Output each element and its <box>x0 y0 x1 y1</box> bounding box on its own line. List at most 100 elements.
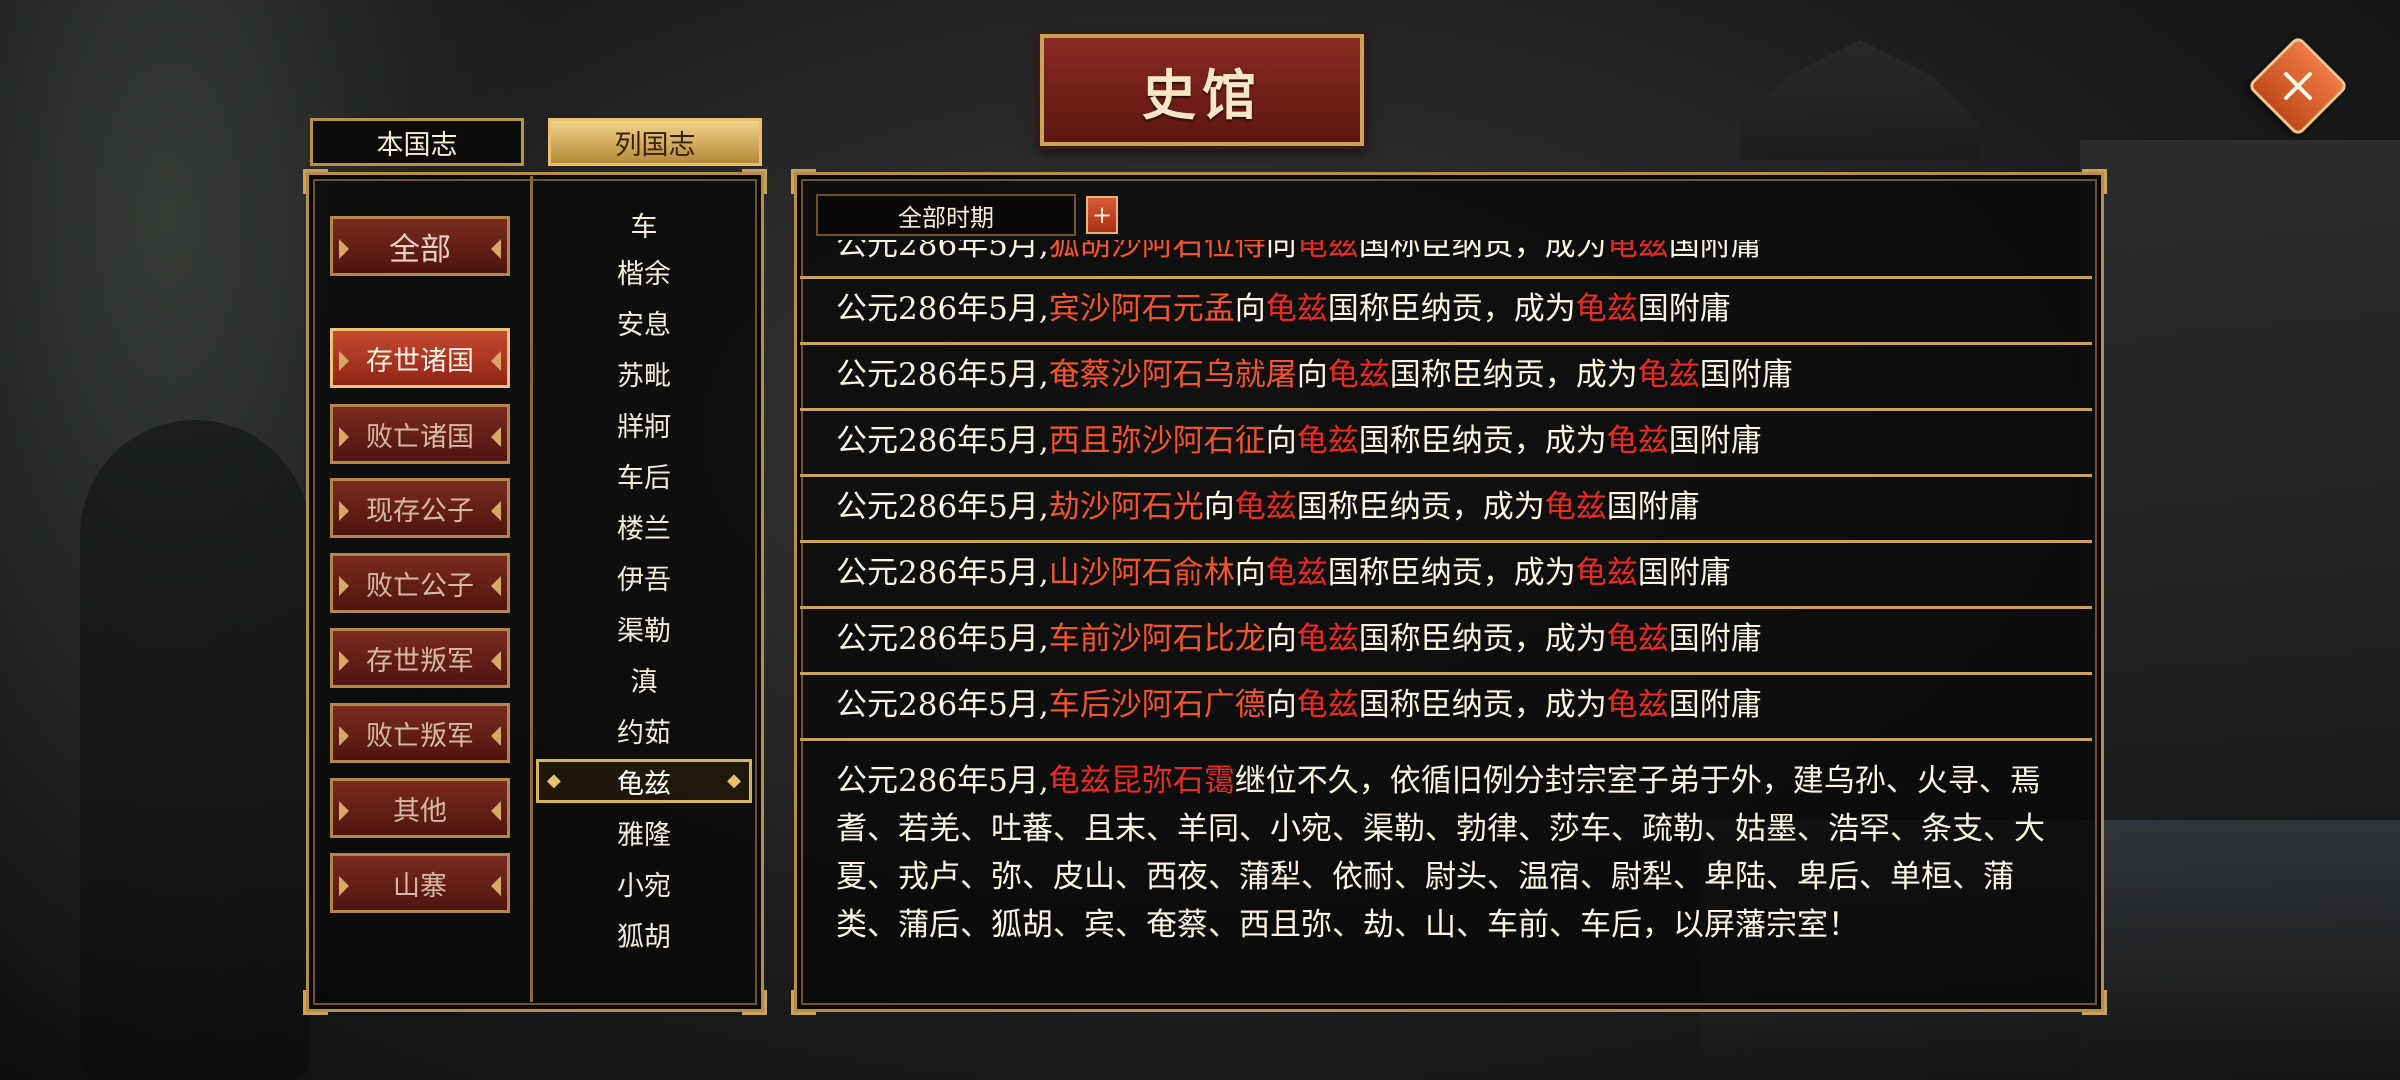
state-item[interactable]: 车后 <box>536 453 752 497</box>
state-item[interactable]: 滇 <box>536 657 752 701</box>
record-actor: 劫沙阿石光 <box>1048 489 1204 525</box>
state-item[interactable]: 安息 <box>536 300 752 344</box>
period-select[interactable]: 全部时期 <box>816 194 1076 236</box>
record-actor: 奄蔡沙阿石乌就屠 <box>1048 357 1297 393</box>
tab-states-annals[interactable]: 列国志 <box>548 118 762 166</box>
state-item[interactable]: 雅隆 <box>536 810 752 854</box>
state-item[interactable]: 楷余 <box>536 249 752 293</box>
category-existing-princes-button[interactable]: 现存公子 <box>330 478 510 538</box>
record-row: 公元286年5月,狐胡沙阿石位侍向龟兹国称臣纳贡，成为龟兹国附庸 <box>800 240 2092 275</box>
title-plaque: 史馆 <box>1040 34 1364 146</box>
record-text: 国称臣纳贡，成为 <box>1327 555 1576 591</box>
record-text: 向 <box>1265 240 1297 263</box>
record-text: 向 <box>1234 291 1266 327</box>
record-text: 国称臣纳贡，成为 <box>1389 357 1638 393</box>
record-text: 国称臣纳贡，成为 <box>1327 291 1576 327</box>
category-existing-states-button[interactable]: 存世诸国 <box>330 328 510 388</box>
record-text: 国附庸 <box>1606 489 1700 525</box>
record-target: 龟兹 <box>1575 555 1638 591</box>
background-figure <box>80 420 310 1080</box>
record-target: 龟兹 <box>1296 423 1359 459</box>
record-text: 国附庸 <box>1668 240 1762 263</box>
record-row: 公元286年5月,山沙阿石俞林向龟兹国称臣纳贡，成为龟兹国附庸 <box>800 540 2092 603</box>
record-row: 公元286年5月,车后沙阿石广德向龟兹国称臣纳贡，成为龟兹国附庸 <box>800 672 2092 735</box>
record-text: 国称臣纳贡，成为 <box>1358 687 1607 723</box>
record-target: 龟兹 <box>1606 423 1669 459</box>
page-title: 史馆 <box>1142 62 1262 127</box>
state-item[interactable]: 渠勒 <box>536 606 752 650</box>
record-text: 国附庸 <box>1668 423 1762 459</box>
record-text: 国附庸 <box>1699 357 1793 393</box>
record-actor: 山沙阿石俞林 <box>1048 555 1235 591</box>
record-actor: 车前沙阿石比龙 <box>1048 621 1266 657</box>
record-text: 国称臣纳贡，成为 <box>1296 489 1545 525</box>
record-row: 公元286年5月,西且弥沙阿石征向龟兹国称臣纳贡，成为龟兹国附庸 <box>800 408 2092 471</box>
record-date: 公元286年5月, <box>836 357 1049 393</box>
panel-divider <box>530 176 533 1002</box>
record-date: 公元286年5月, <box>836 423 1049 459</box>
background-cliff <box>2080 140 2400 1080</box>
record-text: 向 <box>1265 687 1297 723</box>
record-target: 龟兹 <box>1637 357 1700 393</box>
record-text: 国称臣纳贡，成为 <box>1358 240 1607 263</box>
record-date: 公元286年5月, <box>836 291 1049 327</box>
record-date: 公元286年5月, <box>836 763 1049 799</box>
record-text: 向 <box>1296 357 1328 393</box>
state-item[interactable]: 狐胡 <box>536 912 752 956</box>
record-row: 公元286年5月,劫沙阿石光向龟兹国称臣纳贡，成为龟兹国附庸 <box>800 474 2092 537</box>
records-list[interactable]: 公元286年5月,狐胡沙阿石位侍向龟兹国称臣纳贡，成为龟兹国附庸 公元286年5… <box>800 240 2092 1000</box>
record-text: 向 <box>1265 621 1297 657</box>
state-item[interactable]: 小宛 <box>536 861 752 905</box>
period-add-button[interactable]: + <box>1086 196 1118 234</box>
category-fallen-states-button[interactable]: 败亡诸国 <box>330 404 510 464</box>
record-actor: 龟兹昆弥石霭 <box>1048 763 1235 799</box>
category-other-button[interactable]: 其他 <box>330 778 510 838</box>
record-target: 龟兹 <box>1296 621 1359 657</box>
background-temple <box>1740 40 1980 160</box>
record-date: 公元286年5月, <box>836 621 1049 657</box>
record-text: 向 <box>1203 489 1235 525</box>
state-item[interactable]: 约茹 <box>536 708 752 752</box>
record-actor: 狐胡沙阿石位侍 <box>1048 240 1266 263</box>
category-existing-rebels-button[interactable]: 存世叛军 <box>330 628 510 688</box>
record-target: 龟兹 <box>1296 240 1359 263</box>
record-date: 公元286年5月, <box>836 555 1049 591</box>
record-target: 龟兹 <box>1296 687 1359 723</box>
record-target: 龟兹 <box>1606 240 1669 263</box>
category-all-button[interactable]: 全部 <box>330 216 510 276</box>
record-target: 龟兹 <box>1606 621 1669 657</box>
state-item[interactable]: 牂牁 <box>536 402 752 446</box>
record-target: 龟兹 <box>1265 555 1328 591</box>
record-text: 国附庸 <box>1668 621 1762 657</box>
record-date: 公元286年5月, <box>836 687 1049 723</box>
record-date: 公元286年5月, <box>836 240 1049 263</box>
record-row: 公元286年5月,车前沙阿石比龙向龟兹国称臣纳贡，成为龟兹国附庸 <box>800 606 2092 669</box>
record-text: 国附庸 <box>1637 291 1731 327</box>
record-text: 向 <box>1234 555 1266 591</box>
record-text: 国称臣纳贡，成为 <box>1358 621 1607 657</box>
record-text: 国附庸 <box>1668 687 1762 723</box>
tab-own-state-annals[interactable]: 本国志 <box>310 118 524 166</box>
record-row-enfeoffment: 公元286年5月,龟兹昆弥石霭继位不久，依循旧例分封宗室子弟于外，建乌孙、火寻、… <box>800 738 2092 1000</box>
state-item[interactable]: 伊吾 <box>536 555 752 599</box>
record-actor: 西且弥沙阿石征 <box>1048 423 1266 459</box>
record-target: 龟兹 <box>1265 291 1328 327</box>
record-target: 龟兹 <box>1234 489 1297 525</box>
record-target: 龟兹 <box>1544 489 1607 525</box>
category-strongholds-button[interactable]: 山寨 <box>330 853 510 913</box>
record-target: 龟兹 <box>1606 687 1669 723</box>
category-fallen-princes-button[interactable]: 败亡公子 <box>330 553 510 613</box>
record-actor: 宾沙阿石元孟 <box>1048 291 1235 327</box>
close-button[interactable] <box>2247 35 2349 137</box>
record-text: 国附庸 <box>1637 555 1731 591</box>
state-item[interactable]: 苏毗 <box>536 351 752 395</box>
category-fallen-rebels-button[interactable]: 败亡叛军 <box>330 703 510 763</box>
state-item[interactable]: 楼兰 <box>536 504 752 548</box>
state-item-selected[interactable]: 龟兹 <box>536 759 752 803</box>
record-text: 向 <box>1265 423 1297 459</box>
record-row: 公元286年5月,奄蔡沙阿石乌就屠向龟兹国称臣纳贡，成为龟兹国附庸 <box>800 342 2092 405</box>
state-item[interactable]: 车 <box>536 202 752 246</box>
record-text: 国称臣纳贡，成为 <box>1358 423 1607 459</box>
record-actor: 车后沙阿石广德 <box>1048 687 1266 723</box>
record-target: 龟兹 <box>1327 357 1390 393</box>
